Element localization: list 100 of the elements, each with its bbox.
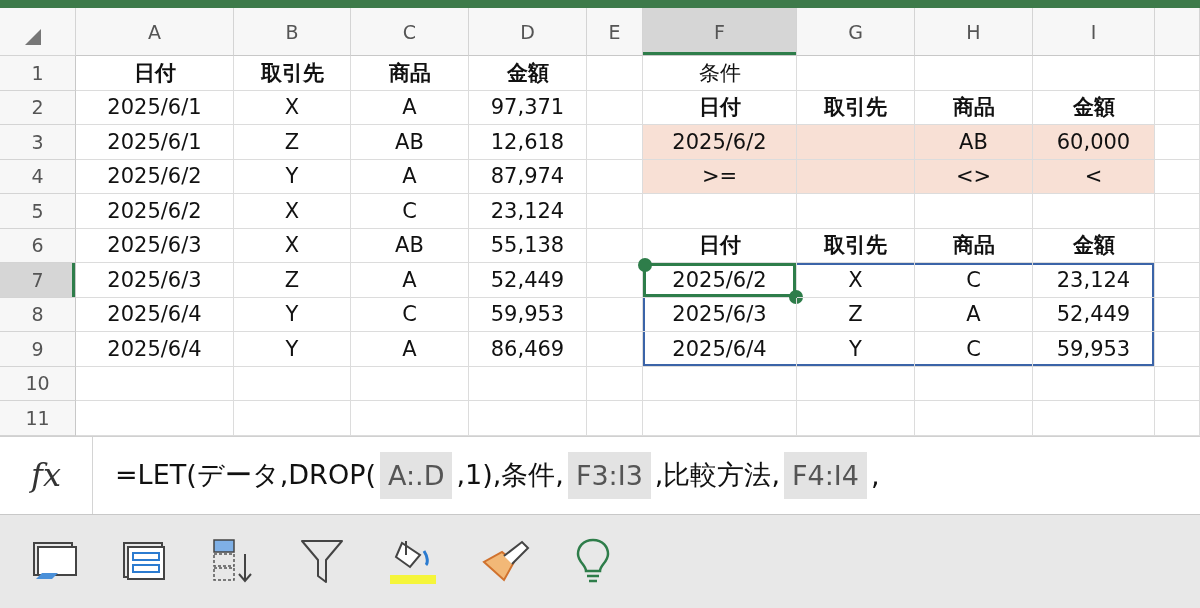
table-cell: Y [234,159,351,194]
column-header[interactable]: D [469,8,587,56]
table-cell: 取引先 [797,228,915,263]
table-cell: 2025/6/1 [76,90,234,125]
table-cell: X [797,263,915,298]
table-cell: 2025/6/4 [76,332,234,367]
table-cell: X [234,228,351,263]
column-header[interactable]: F [643,8,797,56]
table-cell: 金額 [469,56,587,91]
empty-cell [587,332,643,367]
table-cell: 23,124 [1033,263,1155,298]
table-cell: A [351,90,469,125]
row-header[interactable]: 10 [0,366,76,401]
table-cell: 2025/6/3 [76,263,234,298]
table-cell: 2025/6/1 [76,125,234,160]
empty-cell [1155,297,1200,332]
row-header[interactable]: 11 [0,401,76,436]
table-cell: 52,449 [1033,297,1155,332]
range-reference: A:.D [379,451,453,499]
empty-cell [587,56,643,91]
column-header[interactable]: G [797,8,915,56]
row-header[interactable]: 5 [0,194,76,229]
column-header[interactable]: E [587,8,643,56]
filter-icon[interactable] [300,538,344,585]
table-cell: 商品 [351,56,469,91]
table-cell: 87,974 [469,159,587,194]
table-cell: 2025/6/2 [76,159,234,194]
table-cell: 2025/6/2 [643,125,797,160]
row-header[interactable]: 6 [0,228,76,263]
table-cell: Z [797,297,915,332]
table-cell: 2025/6/4 [643,332,797,367]
empty-cell [587,194,643,229]
table-cell: C [915,332,1033,367]
table-cell: 12,618 [469,125,587,160]
row-header[interactable]: 9 [0,332,76,367]
column-header[interactable]: B [234,8,351,56]
formula-text: =LET(データ,DROP( [115,458,376,492]
empty-cell [587,90,643,125]
table-cell: Y [234,297,351,332]
table-cell: <> [915,159,1033,194]
table-cell: 60,000 [1033,125,1155,160]
table-cell: 2025/6/2 [76,194,234,229]
table-cell: < [1033,159,1155,194]
table-cell: 55,138 [469,228,587,263]
table-cell: Z [234,263,351,298]
table-cell: 2025/6/3 [643,297,797,332]
formula-text: ,1),条件, [456,458,564,492]
list-icon[interactable] [122,541,168,582]
table-cell: C [351,194,469,229]
empty-cell [587,297,643,332]
table-cell: X [234,194,351,229]
select-all-icon[interactable] [25,29,41,45]
column-header[interactable]: I [1033,8,1155,56]
table-cell: Y [234,332,351,367]
table-cell: 条件 [643,56,797,91]
window-icon[interactable] [32,541,78,582]
brush-icon[interactable] [482,540,532,583]
row-header[interactable]: 8 [0,297,76,332]
row-header[interactable]: 7 [0,263,76,298]
table-cell: 86,469 [469,332,587,367]
table-cell: 59,953 [1033,332,1155,367]
table-cell: 59,953 [469,297,587,332]
empty-cell [1155,56,1200,91]
table-cell: AB [351,228,469,263]
empty-cell [1155,228,1200,263]
range-reference: F4:I4 [784,451,867,499]
table-cell: A [351,263,469,298]
table-cell: A [351,159,469,194]
empty-cell [587,366,643,401]
row-header[interactable]: 2 [0,90,76,125]
table-cell: 97,371 [469,90,587,125]
table-cell: A [915,297,1033,332]
table-cell: 2025/6/2 [643,263,797,298]
selection-handle[interactable] [638,258,652,272]
table-cell: X [234,90,351,125]
function-label[interactable]: fx [31,456,61,494]
table-cell: 52,449 [469,263,587,298]
empty-cell [1155,366,1200,401]
table-cell: 23,124 [469,194,587,229]
empty-cell [1155,90,1200,125]
table-cell: Z [234,125,351,160]
table-cell: >= [643,159,797,194]
row-header[interactable]: 1 [0,56,76,91]
table-cell: AB [915,125,1033,160]
table-cell: AB [351,125,469,160]
table-cell: 2025/6/4 [76,297,234,332]
table-cell: 2025/6/3 [76,228,234,263]
table-cell: Y [797,332,915,367]
empty-cell [1155,194,1200,229]
selection-handle[interactable] [789,289,803,304]
formula-text: , [870,459,880,491]
row-header[interactable]: 3 [0,125,76,160]
column-header[interactable]: A [76,8,234,56]
column-header[interactable]: C [351,8,469,56]
column-header[interactable]: H [915,8,1033,56]
table-cell: A [351,332,469,367]
empty-cell [1155,263,1200,298]
table-cell: C [351,297,469,332]
row-header[interactable]: 4 [0,159,76,194]
table-cell: 金額 [1033,228,1155,263]
